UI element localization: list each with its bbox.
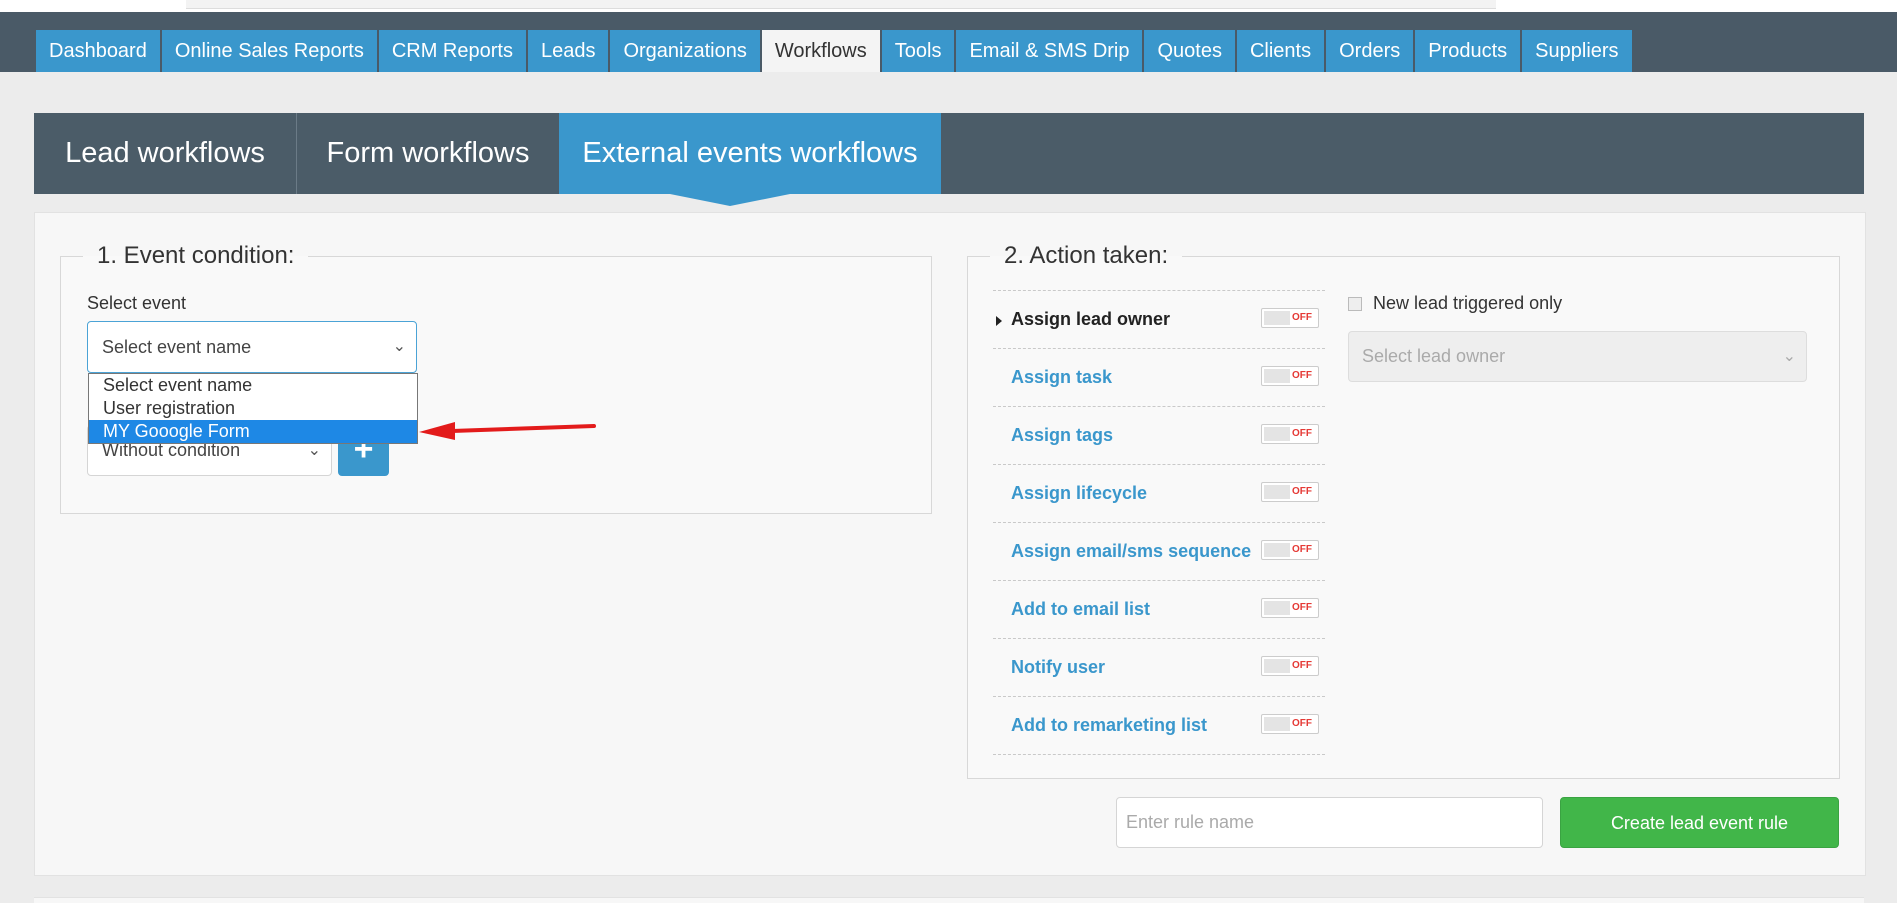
toggle-state: OFF [1292,428,1312,439]
action-taken-legend: 2. Action taken: [1004,242,1169,269]
action-label[interactable]: Assign email/sms sequence [1011,523,1251,580]
nav-tab-suppliers[interactable]: Suppliers [1522,30,1632,72]
select-event-label: Select event [87,293,187,313]
action-toggle[interactable]: OFF [1261,424,1319,444]
toggle-state: OFF [1292,544,1312,555]
lead-owner-placeholder: Select lead owner [1362,346,1506,366]
event-condition-legend: 1. Event condition: [97,242,295,269]
browser-top-strip [0,0,1897,12]
toggle-knob [1264,485,1290,499]
action-row-add-to-email-list: Add to email list OFF [993,580,1325,638]
nav-tab-clients[interactable]: Clients [1236,30,1325,72]
action-toggle[interactable]: OFF [1261,366,1319,386]
action-toggle[interactable]: OFF [1261,308,1319,328]
action-row-add-to-remarketing-list: Add to remarketing list OFF [993,696,1325,755]
nav-tab-quotes[interactable]: Quotes [1144,30,1235,72]
toggle-knob [1264,717,1290,731]
create-rule-button[interactable]: Create lead event rule [1560,797,1839,848]
action-label[interactable]: Assign lifecycle [1011,465,1147,522]
action-list: Assign lead owner OFF Assign task OFF As… [993,290,1325,755]
action-label[interactable]: Assign lead owner [1011,291,1170,348]
event-option[interactable]: Select event name [89,374,417,397]
toggle-knob [1264,427,1290,441]
action-row-notify-user: Notify user OFF [993,638,1325,696]
action-row-assign-lifecycle: Assign lifecycle OFF [993,464,1325,522]
action-label[interactable]: Assign tags [1011,407,1113,464]
nav-tab-online-sales-reports[interactable]: Online Sales Reports [161,30,377,72]
tab-form-workflows[interactable]: Form workflows [297,113,559,194]
nav-tab-orders[interactable]: Orders [1326,30,1414,72]
tab-lead-workflows[interactable]: Lead workflows [34,113,297,194]
action-toggle[interactable]: OFF [1261,540,1319,560]
toggle-knob [1264,369,1290,383]
toggle-state: OFF [1292,486,1312,497]
action-row-assign-lead-owner: Assign lead owner OFF [993,290,1325,348]
action-toggle[interactable]: OFF [1261,656,1319,676]
toggle-state: OFF [1292,370,1312,381]
action-toggle[interactable]: OFF [1261,482,1319,502]
new-lead-only-label: New lead triggered only [1373,293,1563,313]
action-row-assign-task: Assign task OFF [993,348,1325,406]
main-nav-tabs: Dashboard Online Sales Reports CRM Repor… [36,30,1634,72]
rule-name-input[interactable] [1116,797,1543,848]
address-strip [186,0,1496,9]
nav-tab-workflows[interactable]: Workflows [761,30,880,72]
toggle-state: OFF [1292,602,1312,613]
action-row-assign-tags: Assign tags OFF [993,406,1325,464]
nav-tab-dashboard[interactable]: Dashboard [36,30,160,72]
chevron-down-icon: ⌄ [1782,348,1796,365]
action-label[interactable]: Add to remarketing list [1011,697,1207,754]
select-event-dropdown[interactable]: Select event name ⌄ [87,321,417,373]
nav-tab-tools[interactable]: Tools [881,30,955,72]
action-toggle[interactable]: OFF [1261,714,1319,734]
action-toggle[interactable]: OFF [1261,598,1319,618]
action-label[interactable]: Assign task [1011,349,1112,406]
action-label[interactable]: Notify user [1011,639,1105,696]
toggle-knob [1264,601,1290,615]
chevron-down-icon: ⌄ [392,338,406,355]
toggle-state: OFF [1292,312,1312,323]
caret-right-icon [996,316,1002,326]
nav-tab-email-sms-drip[interactable]: Email & SMS Drip [956,30,1143,72]
nav-tab-crm-reports[interactable]: CRM Reports [378,30,526,72]
toggle-knob [1264,311,1290,325]
next-panel-edge [34,897,1864,903]
event-option[interactable]: User registration [89,397,417,420]
toggle-state: OFF [1292,718,1312,729]
event-options-list: Select event name User registration MY G… [88,373,418,444]
toggle-knob [1264,543,1290,557]
select-lead-owner: Select lead owner ⌄ [1348,331,1807,382]
new-lead-only-checkbox[interactable] [1348,297,1362,311]
toggle-knob [1264,659,1290,673]
nav-tab-products[interactable]: Products [1415,30,1521,72]
red-arrow-icon [419,422,596,440]
action-label[interactable]: Add to email list [1011,581,1150,638]
nav-tab-organizations[interactable]: Organizations [610,30,760,72]
toggle-state: OFF [1292,660,1312,671]
nav-tab-leads[interactable]: Leads [527,30,609,72]
tab-external-events-workflows[interactable]: External events workflows [559,113,941,194]
action-row-assign-sequence: Assign email/sms sequence OFF [993,522,1325,580]
workflow-tab-bar: Lead workflows Form workflows External e… [34,113,1864,194]
select-event-value: Select event name [102,337,252,357]
event-option-selected[interactable]: MY Gooogle Form [89,420,417,443]
active-tab-pointer [670,194,790,206]
